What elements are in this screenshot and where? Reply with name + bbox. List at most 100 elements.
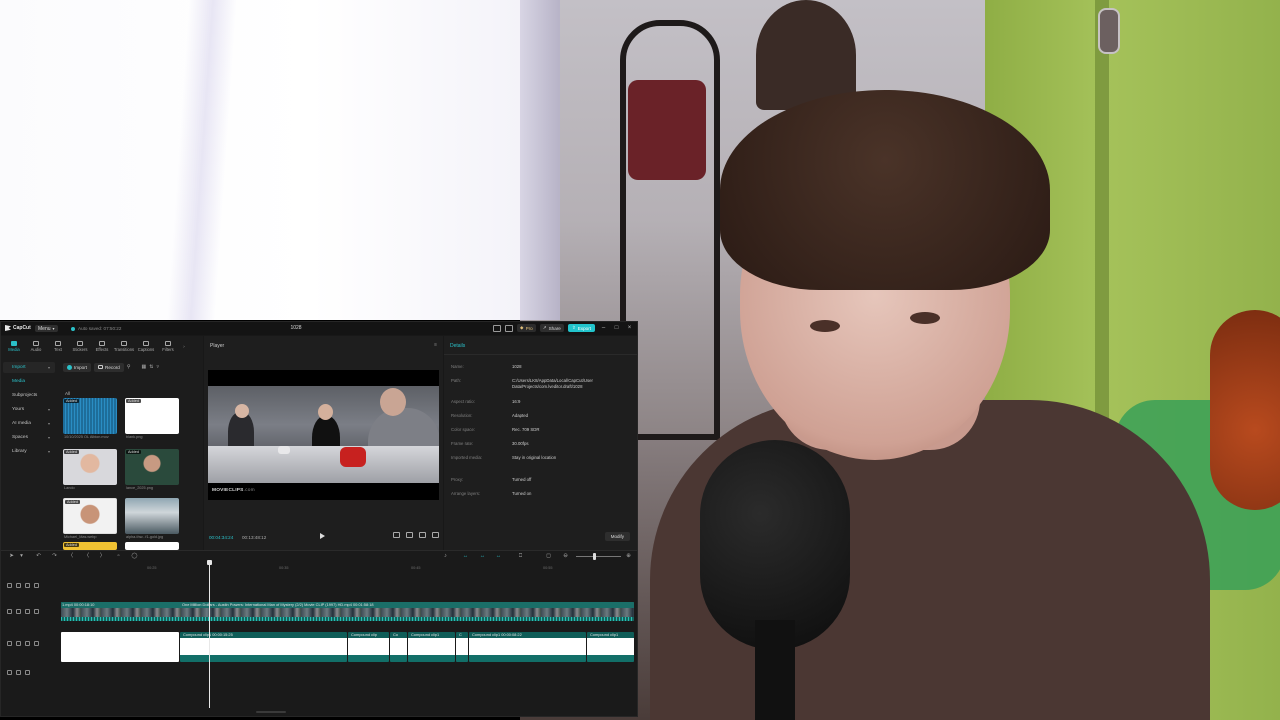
menu-button[interactable]: Menu ▾ <box>35 325 58 332</box>
sidebar-item-subprojects[interactable]: Subprojects <box>3 390 55 401</box>
lock-icon[interactable] <box>16 641 21 646</box>
ratio-icon[interactable] <box>393 532 400 538</box>
eye-icon[interactable] <box>25 641 30 646</box>
tab-captions[interactable]: Captions <box>135 338 157 354</box>
lock-icon[interactable] <box>16 609 21 614</box>
sort-icon[interactable]: ⇅ <box>149 364 153 370</box>
chevron-down-icon[interactable]: ▾ <box>18 553 25 560</box>
search-icon[interactable]: ⚲ <box>127 364 131 370</box>
eye-icon[interactable] <box>25 609 30 614</box>
playhead[interactable] <box>209 562 210 708</box>
track-visibility-icon[interactable] <box>7 583 12 588</box>
magnet-icon[interactable]: ↔ <box>479 553 486 560</box>
timeline-ruler[interactable]: 00:25 00:35 00:45 00:55 <box>61 565 635 573</box>
more-tabs-icon[interactable]: › <box>179 338 189 354</box>
tool-tabs: Media Audio Text Stickers Effects Transi… <box>3 338 201 354</box>
media-thumb[interactable]: Added <box>63 498 117 534</box>
compound-clip[interactable]: C <box>456 632 468 662</box>
record-button[interactable]: Record <box>94 362 124 372</box>
sidebar-item-spaces[interactable]: Spaces ▾ <box>3 432 55 443</box>
import-button[interactable]: Import <box>63 362 92 372</box>
fullscreen-icon[interactable] <box>432 532 439 538</box>
zoom-slider-handle[interactable] <box>593 553 596 560</box>
watermark-text: MOVIECLIPS <box>212 488 244 493</box>
audio-icon[interactable] <box>34 583 39 588</box>
compound-clip[interactable]: Compound clip1 <box>587 632 634 662</box>
media-thumb[interactable] <box>125 542 179 550</box>
menu-icon[interactable]: ≡ <box>434 342 437 348</box>
quality-icon[interactable] <box>419 532 426 538</box>
minimize-icon[interactable]: – <box>599 324 608 332</box>
layout-icon[interactable] <box>493 324 502 332</box>
eye-icon[interactable] <box>25 583 30 588</box>
compound-clip[interactable]: Compound clip1 <box>408 632 455 662</box>
delete-icon[interactable]: ▫ <box>115 553 122 560</box>
eye-icon[interactable] <box>25 670 30 675</box>
zoom-out-icon[interactable]: ⊖ <box>562 553 569 560</box>
link-clips-icon[interactable]: ↔ <box>462 553 469 560</box>
lock-icon[interactable] <box>16 670 21 675</box>
shortcuts-icon[interactable] <box>505 324 514 332</box>
media-thumb[interactable]: Added <box>125 398 179 434</box>
track-visibility-icon[interactable] <box>7 609 12 614</box>
select-tool-icon[interactable]: ➤ <box>8 553 15 560</box>
sidebar-item-import[interactable]: Import ▾ <box>3 362 55 373</box>
clip-footer <box>408 655 455 662</box>
tab-media[interactable]: Media <box>3 338 25 354</box>
main-video-clip[interactable]: 1.mp4 00:00:18:10 One Million Dollars - … <box>61 602 634 621</box>
compound-clip[interactable] <box>61 632 179 662</box>
grid-view-icon[interactable]: ▦ <box>142 364 147 370</box>
media-thumb[interactable]: Added <box>63 398 117 434</box>
sidebar-item-library[interactable]: Library ▾ <box>3 446 55 457</box>
filter-icon[interactable]: ▿ <box>156 364 159 370</box>
media-thumb[interactable]: Added <box>63 449 117 485</box>
export-button[interactable]: ⇧ Export <box>567 324 595 332</box>
tab-filters[interactable]: Filters <box>157 338 179 354</box>
lock-icon[interactable] <box>16 583 21 588</box>
tab-stickers[interactable]: Stickers <box>69 338 91 354</box>
fit-icon[interactable]: ◻ <box>545 553 552 560</box>
track-visibility-icon[interactable] <box>7 641 12 646</box>
media-thumb[interactable] <box>125 498 179 534</box>
microphone-icon[interactable]: ♪ <box>442 553 449 560</box>
snap-icon[interactable]: ↔ <box>495 553 502 560</box>
zoom-slider[interactable] <box>576 556 621 557</box>
video-preview[interactable]: MOVIECLIPS.com <box>208 370 439 500</box>
screenshot-icon[interactable] <box>406 532 413 538</box>
split-right-icon[interactable]: 〉 <box>99 553 106 560</box>
close-icon[interactable]: × <box>625 324 634 332</box>
preview-axis-icon[interactable]: ⎕ <box>517 553 524 560</box>
audio-icon[interactable] <box>34 641 39 646</box>
redo-icon[interactable]: ↷ <box>51 553 58 560</box>
split-left-icon[interactable]: 〈 <box>83 553 90 560</box>
split-icon[interactable]: 〈 <box>67 553 74 560</box>
sidebar-item-media[interactable]: Media <box>3 376 55 387</box>
audio-icon[interactable] <box>34 609 39 614</box>
compound-clip[interactable]: Compound clip1 00:00:08:22 <box>469 632 586 662</box>
compound-clip[interactable]: Compound clip1 00:00:15:25 <box>180 632 347 662</box>
modify-button[interactable]: Modify <box>604 532 630 541</box>
track-visibility-icon[interactable] <box>7 670 12 675</box>
maximize-icon[interactable]: □ <box>612 324 621 332</box>
tab-transitions[interactable]: Transitions <box>113 338 135 354</box>
timeline-scrollbar[interactable] <box>256 711 286 713</box>
curtain-shadow <box>166 0 238 320</box>
chevron-down-icon: ▾ <box>52 326 55 331</box>
pro-button[interactable]: ◆ Pro <box>517 324 536 332</box>
compound-clip[interactable]: Compound clip <box>348 632 389 662</box>
tab-audio[interactable]: Audio <box>25 338 47 354</box>
compound-clip[interactable]: Co <box>390 632 407 662</box>
sidebar-item-ai-media[interactable]: AI media ▾ <box>3 418 55 429</box>
play-icon[interactable] <box>320 533 325 539</box>
marker-icon[interactable]: ◯ <box>131 553 138 560</box>
sidebar-item-yours[interactable]: Yours ▾ <box>3 404 55 415</box>
zoom-in-icon[interactable]: ⊕ <box>625 553 632 560</box>
filter-all[interactable]: All <box>65 391 70 396</box>
share-button[interactable]: ↗ Share <box>539 324 564 332</box>
media-thumb[interactable]: Added <box>63 542 117 550</box>
tab-text[interactable]: Text <box>47 338 69 354</box>
undo-icon[interactable]: ↶ <box>35 553 42 560</box>
playhead-handle[interactable] <box>207 560 212 565</box>
media-thumb[interactable]: Added <box>125 449 179 485</box>
tab-effects[interactable]: Effects <box>91 338 113 354</box>
